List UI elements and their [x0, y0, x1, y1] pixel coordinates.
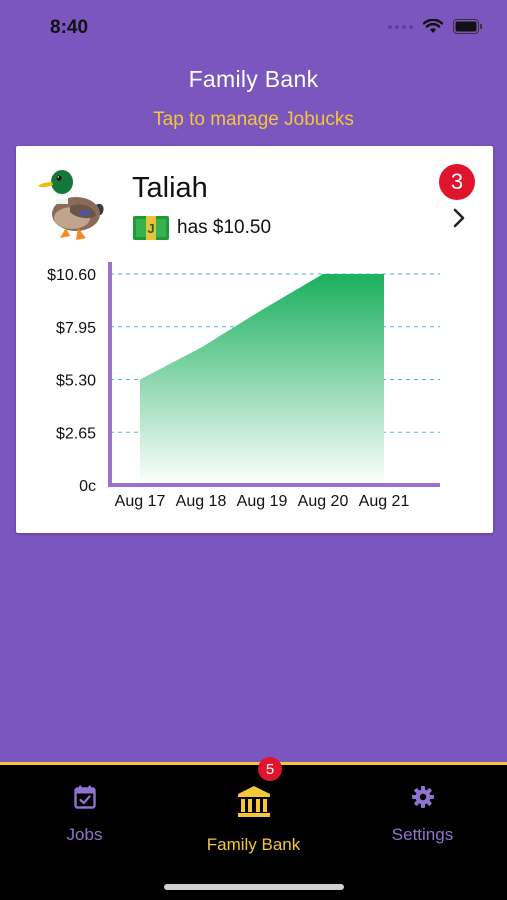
- y-tick-label: $5.30: [56, 373, 96, 390]
- x-tick-label: Aug 17: [115, 493, 166, 510]
- family-bank-badge: 5: [258, 757, 282, 781]
- tab-settings-label: Settings: [391, 825, 454, 844]
- member-card[interactable]: Taliah J has $10.50 3 $10.60 $7.95 $5.30 $2…: [16, 146, 493, 533]
- y-tick-label: 0c: [79, 478, 96, 495]
- tab-bar: Jobs Family Bank Settings 5: [0, 757, 507, 900]
- y-tick-label: $2.65: [56, 425, 96, 442]
- status-time: 8:40: [50, 17, 89, 38]
- tab-family-bank[interactable]: Family Bank: [169, 785, 338, 855]
- status-bar: 8:40: [0, 0, 507, 56]
- x-tick-label: Aug 18: [176, 493, 227, 510]
- page-title: Family Bank: [188, 66, 319, 92]
- wifi-icon: [423, 19, 443, 33]
- y-tick-label: $7.95: [56, 320, 96, 337]
- tab-jobs[interactable]: Jobs: [0, 785, 169, 845]
- x-tick-label: Aug 21: [359, 493, 410, 510]
- signal-icon: [388, 24, 413, 29]
- balance-area: [140, 274, 384, 485]
- x-tick-label: Aug 20: [298, 493, 349, 510]
- tab-settings[interactable]: Settings: [338, 785, 507, 845]
- battery-icon: [453, 19, 482, 34]
- header: Family Bank Tap to manage Jobucks: [0, 66, 507, 131]
- status-icons: [388, 19, 483, 34]
- bank-icon: [237, 786, 270, 817]
- manage-jobucks-link[interactable]: Tap to manage Jobucks: [0, 109, 507, 131]
- calendar-check-icon: [73, 785, 96, 809]
- balance-chart: $10.60 $7.95 $5.30 $2.65 0c Aug 17 Aug 18 Aug …: [47, 262, 440, 510]
- y-tick-label: $10.60: [47, 267, 96, 284]
- home-indicator: [164, 884, 344, 890]
- tab-jobs-label: Jobs: [66, 825, 103, 844]
- gear-icon: [411, 786, 434, 808]
- tab-family-bank-label: Family Bank: [206, 835, 301, 854]
- x-tick-label: Aug 19: [237, 493, 288, 510]
